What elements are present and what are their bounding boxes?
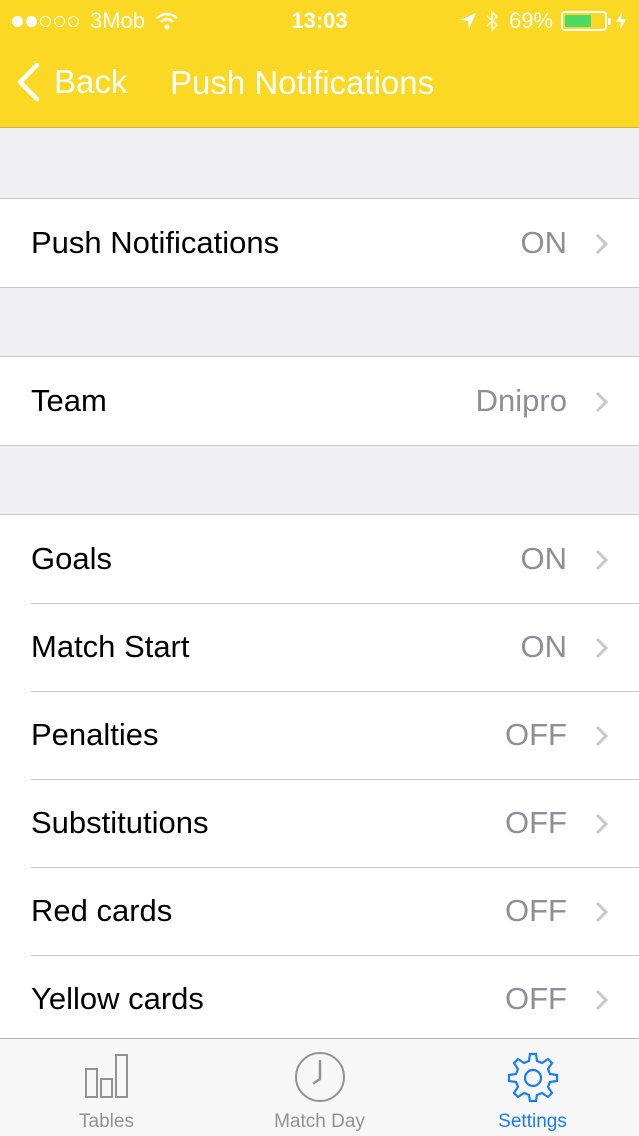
events-group: Goals ON Match Start ON Penalties OFF Su… [0,514,639,1043]
tab-label: Settings [498,1111,567,1132]
row-value: ON [520,629,568,664]
tab-settings[interactable]: Settings [426,1039,639,1136]
row-label: Team [31,383,107,418]
status-bar: 3Mob 13:03 69% [0,0,639,40]
row-label: Penalties [31,717,159,752]
row-label: Red cards [31,893,173,928]
settings-row-match-start[interactable]: Match Start ON [0,603,639,691]
gear-icon [507,1052,558,1103]
settings-row-team[interactable]: Team Dnipro [0,357,639,445]
row-label: Goals [31,541,112,576]
row-value: OFF [505,981,567,1016]
tab-bar: Tables Match Day Settings [0,1038,639,1136]
row-label: Match Start [31,629,190,664]
charging-bolt-icon [616,12,626,30]
location-arrow-icon [459,13,476,29]
chevron-right-icon [595,813,609,835]
chevron-right-icon [595,901,609,923]
clock-icon [294,1052,345,1102]
page-title: Push Notifications [170,64,435,101]
battery-percentage: 69% [508,8,553,33]
chevron-right-icon [595,725,609,747]
battery-tip [608,18,611,25]
chevron-right-icon [595,637,609,659]
bar-chart-icon [84,1054,128,1098]
settings-row-goals[interactable]: Goals ON [0,515,639,603]
settings-row-yellow-cards[interactable]: Yellow cards OFF [0,955,639,1043]
push-notifications-group: Push Notifications ON [0,198,639,288]
row-value: OFF [505,717,567,752]
row-value: Dnipro [475,383,567,418]
back-button[interactable]: Back [16,62,127,102]
settings-row-penalties[interactable]: Penalties OFF [0,691,639,779]
team-group: Team Dnipro [0,356,639,446]
navigation-bar: Back Push Notifications [0,40,639,128]
row-value: OFF [505,893,567,928]
chevron-right-icon [595,989,609,1011]
row-value: ON [520,541,568,576]
row-label: Yellow cards [31,981,204,1016]
chevron-right-icon [595,391,609,413]
row-label: Push Notifications [31,225,280,260]
tab-tables[interactable]: Tables [0,1039,213,1136]
status-right: 69% [451,8,627,34]
row-label: Substitutions [31,805,209,840]
back-button-label: Back [54,63,128,100]
tab-match-day[interactable]: Match Day [213,1039,426,1136]
bluetooth-icon [486,10,499,32]
settings-row-push-notifications[interactable]: Push Notifications ON [0,199,639,287]
chevron-left-icon [17,62,40,102]
settings-row-red-cards[interactable]: Red cards OFF [0,867,639,955]
settings-row-substitutions[interactable]: Substitutions OFF [0,779,639,867]
battery-icon [561,11,611,31]
tab-label: Tables [79,1111,134,1132]
header: 3Mob 13:03 69% Back Push Notifications [0,0,639,128]
chevron-right-icon [595,233,609,255]
row-value: OFF [505,805,567,840]
app-screen: 3Mob 13:03 69% Back Push Notifications P… [0,0,639,1136]
chevron-right-icon [595,549,609,571]
battery-level-fill [565,15,592,27]
tab-label: Match Day [274,1111,365,1132]
row-value: ON [520,225,568,260]
